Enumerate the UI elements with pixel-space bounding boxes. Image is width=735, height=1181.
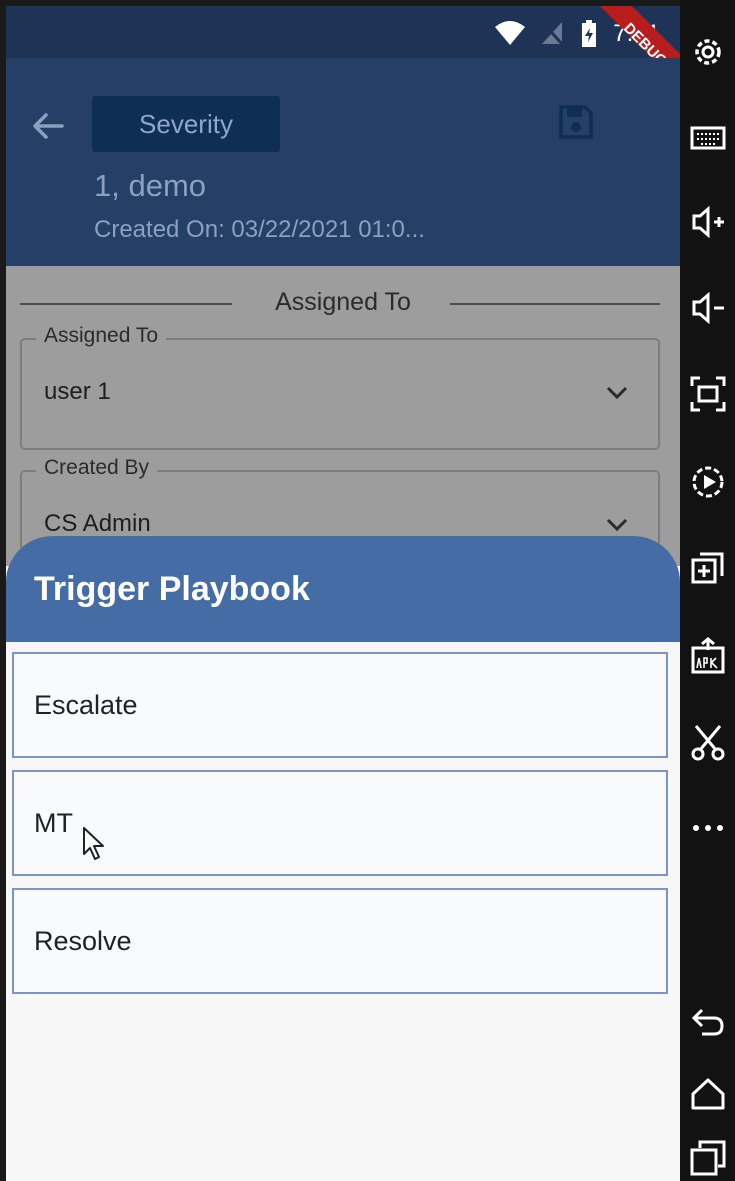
chevron-down-icon <box>606 386 628 400</box>
playbook-item-label: MT <box>34 808 73 838</box>
save-icon <box>559 105 593 139</box>
settings-icon <box>695 39 721 65</box>
playbook-item-mt[interactable]: MT <box>12 770 668 876</box>
add-instance-icon <box>691 552 724 584</box>
playbook-item-escalate[interactable]: Escalate <box>12 652 668 758</box>
sheet-header: Trigger Playbook <box>6 536 680 642</box>
section-divider-right <box>450 303 660 305</box>
nav-recents-button[interactable] <box>688 1138 728 1178</box>
severity-button[interactable]: Severity <box>92 96 280 152</box>
arrow-left-icon <box>33 113 64 139</box>
keyboard-icon <box>690 126 726 150</box>
sheet-title: Trigger Playbook <box>34 570 310 608</box>
home-icon <box>691 1078 725 1110</box>
playbook-item-resolve[interactable]: Resolve <box>12 888 668 994</box>
cut-icon <box>691 725 725 761</box>
back-arrow-button[interactable] <box>28 106 68 146</box>
back-icon <box>691 1008 724 1036</box>
phone-screen: 7:31 DEBUG Severity 1, demo Created On: … <box>6 6 680 1181</box>
volume-down-button[interactable] <box>688 288 728 328</box>
mouse-pointer-icon <box>83 827 104 860</box>
more-button[interactable] <box>688 808 728 848</box>
playbook-item-label: Resolve <box>34 926 132 956</box>
created-by-label: Created By <box>36 456 158 480</box>
recents-icon <box>690 1140 726 1176</box>
chevron-down-icon <box>606 518 628 532</box>
save-button[interactable] <box>556 102 596 142</box>
assigned-to-field[interactable]: Assigned To user 1 <box>20 324 660 450</box>
ticket-title: 1, demo <box>94 168 207 203</box>
playbook-item-label: Escalate <box>34 690 138 720</box>
screen-record-icon <box>692 466 724 498</box>
add-instance-button[interactable] <box>688 548 728 588</box>
wifi-icon <box>495 21 525 45</box>
assigned-to-label: Assigned To <box>36 324 167 348</box>
install-apk-button[interactable] <box>688 636 728 676</box>
settings-button[interactable] <box>688 32 728 72</box>
cut-button[interactable] <box>688 722 728 762</box>
nav-home-button[interactable] <box>688 1074 728 1114</box>
status-bar: 7:31 DEBUG <box>6 6 680 86</box>
ticket-form: Assigned To Assigned To user 1 Created B… <box>6 266 680 582</box>
assigned-to-value: user 1 <box>44 378 111 405</box>
screen-record-button[interactable] <box>688 462 728 502</box>
screenshot-icon <box>690 376 726 412</box>
emulator-toolbar <box>680 0 735 1181</box>
volume-up-icon <box>692 205 724 239</box>
no-signal-icon <box>542 22 564 46</box>
keyboard-button[interactable] <box>688 118 728 158</box>
screenshot-button[interactable] <box>688 374 728 414</box>
nav-back-button[interactable] <box>688 1002 728 1042</box>
created-by-value: CS Admin <box>44 510 151 537</box>
install-apk-icon <box>691 637 725 674</box>
volume-down-icon <box>692 291 724 325</box>
more-icon <box>693 825 723 831</box>
volume-up-button[interactable] <box>688 202 728 242</box>
ticket-created-on: Created On: 03/22/2021 01:0... <box>94 216 425 243</box>
app-bar: Severity 1, demo Created On: 03/22/2021 … <box>6 58 680 266</box>
